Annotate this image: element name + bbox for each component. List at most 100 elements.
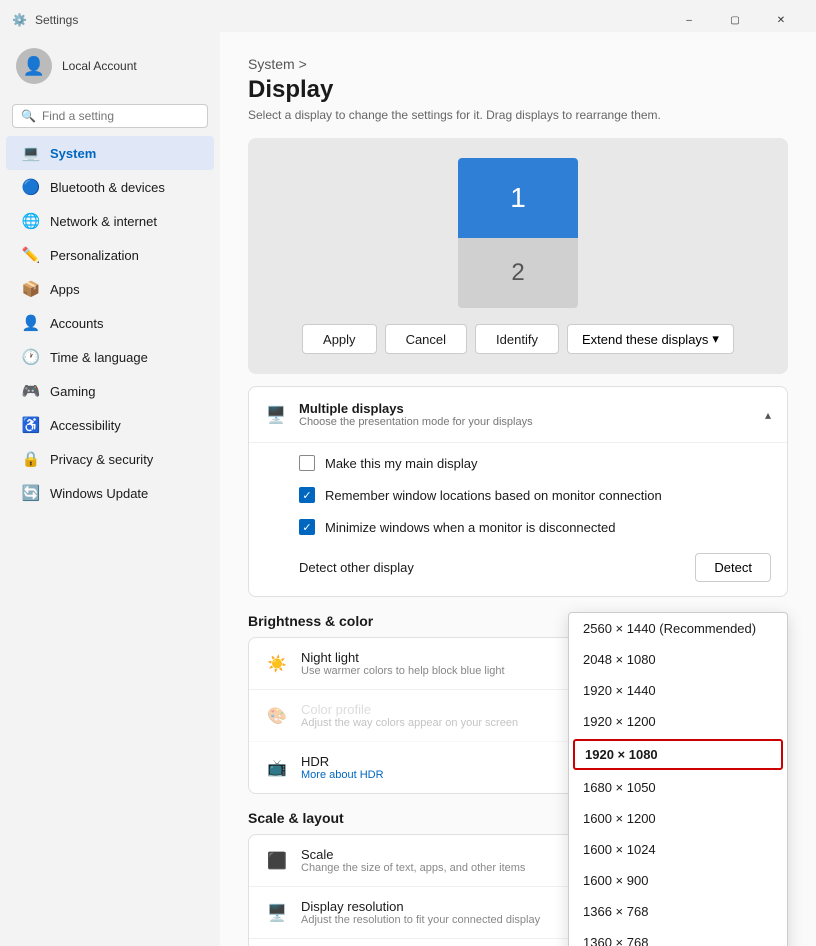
content-area: System > Display Select a display to cha…: [220, 32, 816, 946]
breadcrumb-sep: >: [299, 56, 307, 72]
detect-row: Detect other display Detect: [299, 543, 771, 582]
apply-button[interactable]: Apply: [302, 324, 377, 354]
detect-button[interactable]: Detect: [695, 553, 771, 582]
minimize-windows-checkbox[interactable]: ✓: [299, 519, 315, 535]
breadcrumb-parent: System: [248, 56, 295, 72]
sidebar-item-label: Privacy & security: [50, 452, 153, 467]
titlebar-left: ⚙️ Settings: [12, 13, 78, 27]
card-title-group: Multiple displays Choose the presentatio…: [299, 401, 533, 428]
sidebar-item-label: System: [50, 146, 96, 161]
titlebar-title: Settings: [35, 13, 78, 27]
sidebar-item-label: Time & language: [50, 350, 148, 365]
apps-icon: 📦: [22, 280, 40, 298]
resolution-dropdown-item[interactable]: 2560 × 1440 (Recommended): [569, 613, 787, 644]
minimize-windows-label: Minimize windows when a monitor is disco…: [325, 520, 615, 535]
resolution-dropdown-item[interactable]: 1600 × 1200: [569, 803, 787, 834]
multiple-displays-subtitle: Choose the presentation mode for your di…: [299, 416, 533, 428]
resolution-dropdown[interactable]: 2560 × 1440 (Recommended)2048 × 10801920…: [568, 612, 788, 946]
search-icon: 🔍: [21, 109, 36, 123]
system-icon: 💻: [22, 144, 40, 162]
resolution-dropdown-item[interactable]: 2048 × 1080: [569, 644, 787, 675]
sidebar-item-time[interactable]: 🕐 Time & language: [6, 340, 214, 374]
minimize-windows-row: ✓ Minimize windows when a monitor is dis…: [299, 511, 771, 543]
resolution-dropdown-item[interactable]: 1366 × 768: [569, 896, 787, 927]
settings-icon: ⚙️: [12, 13, 27, 27]
time-icon: 🕐: [22, 348, 40, 366]
search-box[interactable]: 🔍: [12, 104, 208, 128]
sidebar-item-label: Windows Update: [50, 486, 148, 501]
sidebar-item-system[interactable]: 💻 System: [6, 136, 214, 170]
multiple-displays-icon: 🖥️: [265, 404, 287, 426]
sidebar-item-privacy[interactable]: 🔒 Privacy & security: [6, 442, 214, 476]
resolution-dropdown-item[interactable]: 1920 × 1200: [569, 706, 787, 737]
resolution-dropdown-item[interactable]: 1600 × 900: [569, 865, 787, 896]
page-desc: Select a display to change the settings …: [248, 108, 788, 122]
breadcrumb: System >: [248, 56, 788, 72]
search-input[interactable]: [42, 109, 199, 123]
accessibility-icon: ♿: [22, 416, 40, 434]
multiple-displays-title: Multiple displays: [299, 401, 533, 416]
detect-label: Detect other display: [299, 560, 414, 575]
sidebar-item-label: Accounts: [50, 316, 103, 331]
sidebar-item-label: Apps: [50, 282, 80, 297]
sidebar-item-personalization[interactable]: ✏️ Personalization: [6, 238, 214, 272]
gaming-icon: 🎮: [22, 382, 40, 400]
sidebar-item-accessibility[interactable]: ♿ Accessibility: [6, 408, 214, 442]
sidebar-item-network[interactable]: 🌐 Network & internet: [6, 204, 214, 238]
update-icon: 🔄: [22, 484, 40, 502]
resolution-dropdown-item[interactable]: 1920 × 1080: [573, 739, 783, 770]
chevron-up-icon: ▴: [765, 408, 771, 422]
bluetooth-icon: 🔵: [22, 178, 40, 196]
night-light-icon: ☀️: [265, 652, 289, 676]
titlebar: ⚙️ Settings ‒ ▢ ✕: [0, 0, 816, 32]
page-title: Display: [248, 76, 788, 104]
resolution-dropdown-item[interactable]: 1680 × 1050: [569, 772, 787, 803]
user-section: 👤 Local Account: [0, 40, 220, 100]
sidebar-item-bluetooth[interactable]: 🔵 Bluetooth & devices: [6, 170, 214, 204]
scale-icon: ⬛: [265, 849, 289, 873]
sidebar-item-label: Accessibility: [50, 418, 121, 433]
accounts-icon: 👤: [22, 314, 40, 332]
make-main-display-row: Make this my main display: [299, 447, 771, 479]
monitor-2[interactable]: 2: [458, 238, 578, 308]
resolution-dropdown-item[interactable]: 1360 × 768: [569, 927, 787, 946]
main-layout: 👤 Local Account 🔍 💻 System🔵 Bluetooth & …: [0, 32, 816, 946]
sidebar: 👤 Local Account 🔍 💻 System🔵 Bluetooth & …: [0, 32, 220, 946]
sidebar-item-apps[interactable]: 📦 Apps: [6, 272, 214, 306]
extend-displays-button[interactable]: Extend these displays ▾: [567, 324, 734, 354]
sidebar-item-label: Gaming: [50, 384, 96, 399]
card-header-left: 🖥️ Multiple displays Choose the presenta…: [265, 401, 533, 428]
display-buttons: Apply Cancel Identify Extend these displ…: [268, 324, 768, 354]
multiple-displays-content: Make this my main display ✓ Remember win…: [249, 442, 787, 596]
resolution-icon: 🖥️: [265, 901, 289, 925]
multiple-displays-card: 🖥️ Multiple displays Choose the presenta…: [248, 386, 788, 597]
make-main-checkbox[interactable]: [299, 455, 315, 471]
color-profile-icon: 🎨: [265, 704, 289, 728]
network-icon: 🌐: [22, 212, 40, 230]
remember-locations-row: ✓ Remember window locations based on mon…: [299, 479, 771, 511]
personalization-icon: ✏️: [22, 246, 40, 264]
cancel-button[interactable]: Cancel: [385, 324, 467, 354]
user-name: Local Account: [62, 59, 137, 73]
resolution-dropdown-item[interactable]: 1920 × 1440: [569, 675, 787, 706]
multiple-displays-header[interactable]: 🖥️ Multiple displays Choose the presenta…: [249, 387, 787, 442]
sidebar-item-gaming[interactable]: 🎮 Gaming: [6, 374, 214, 408]
avatar: 👤: [16, 48, 52, 84]
chevron-down-icon: ▾: [712, 331, 719, 347]
sidebar-nav: 💻 System🔵 Bluetooth & devices🌐 Network &…: [0, 136, 220, 510]
sidebar-item-label: Personalization: [50, 248, 139, 263]
resolution-dropdown-item[interactable]: 1600 × 1024: [569, 834, 787, 865]
remember-locations-label: Remember window locations based on monit…: [325, 488, 662, 503]
identify-button[interactable]: Identify: [475, 324, 559, 354]
sidebar-item-accounts[interactable]: 👤 Accounts: [6, 306, 214, 340]
monitor-1[interactable]: 1: [458, 158, 578, 238]
display-preview-area: 1 2 Apply Cancel Identify Extend these d…: [248, 138, 788, 374]
privacy-icon: 🔒: [22, 450, 40, 468]
sidebar-item-update[interactable]: 🔄 Windows Update: [6, 476, 214, 510]
display-monitors: 1 2: [458, 158, 578, 308]
remember-locations-checkbox[interactable]: ✓: [299, 487, 315, 503]
sidebar-item-label: Bluetooth & devices: [50, 180, 165, 195]
hdr-icon: 📺: [265, 756, 289, 780]
sidebar-item-label: Network & internet: [50, 214, 157, 229]
make-main-label: Make this my main display: [325, 456, 477, 471]
